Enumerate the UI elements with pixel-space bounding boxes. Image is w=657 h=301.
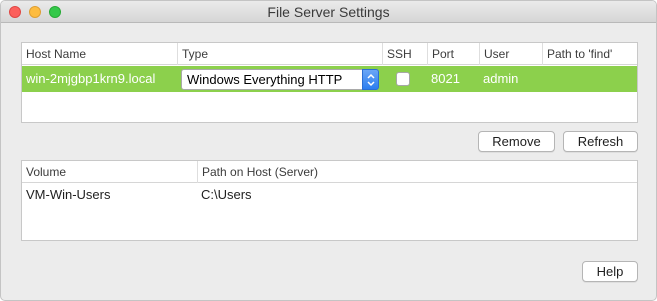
type-select-value: Windows Everything HTTP (187, 72, 343, 87)
refresh-button[interactable]: Refresh (563, 131, 638, 152)
path-on-host-cell[interactable]: C:\Users (197, 184, 637, 206)
host-name-cell[interactable]: win-2mjgbp1krn9.local (22, 66, 177, 92)
help-button[interactable]: Help (582, 261, 638, 282)
column-header-path-to-find[interactable]: Path to 'find' (542, 43, 637, 65)
volume-table[interactable]: Volume Path on Host (Server) VM-Win-User… (21, 160, 638, 241)
column-header-type[interactable]: Type (177, 43, 382, 65)
remove-button[interactable]: Remove (478, 131, 555, 152)
title-bar: File Server Settings (1, 1, 656, 23)
chevron-up-down-icon (362, 69, 379, 90)
ssh-checkbox[interactable] (396, 72, 410, 86)
file-server-settings-window: File Server Settings Host Name Type SSH … (0, 0, 657, 301)
column-header-port[interactable]: Port (427, 43, 479, 65)
volume-cell[interactable]: VM-Win-Users (22, 184, 197, 206)
host-row-selected[interactable]: win-2mjgbp1krn9.local Windows Everything… (22, 66, 637, 92)
type-select[interactable]: Windows Everything HTTP (181, 69, 379, 90)
host-table[interactable]: Host Name Type SSH Port User Path to 'fi… (21, 42, 638, 123)
column-header-user[interactable]: User (479, 43, 542, 65)
volume-table-header: Volume Path on Host (Server) (22, 161, 637, 183)
path-to-find-cell[interactable] (542, 66, 637, 92)
column-header-ssh[interactable]: SSH (382, 43, 427, 65)
column-header-path-on-host[interactable]: Path on Host (Server) (197, 161, 637, 183)
window-title: File Server Settings (267, 4, 390, 20)
column-header-volume[interactable]: Volume (22, 161, 197, 183)
user-cell[interactable]: admin (479, 66, 542, 92)
host-table-header: Host Name Type SSH Port User Path to 'fi… (22, 43, 637, 65)
port-cell[interactable]: 8021 (427, 66, 479, 92)
column-header-host-name[interactable]: Host Name (22, 43, 177, 65)
